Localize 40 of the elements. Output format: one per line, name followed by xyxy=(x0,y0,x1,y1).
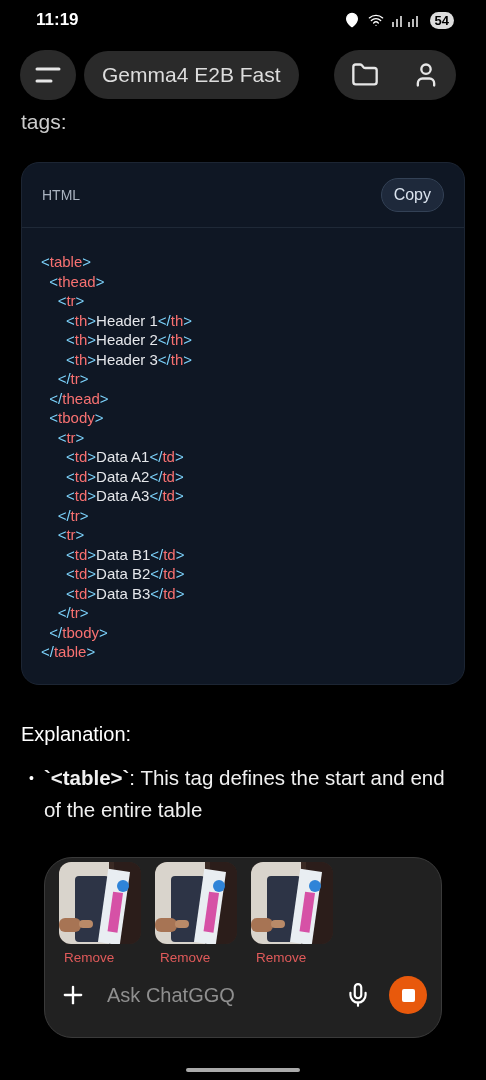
folder-icon[interactable] xyxy=(350,61,379,89)
code-line: </tbody> xyxy=(48,622,109,642)
code-line: <th>Header 2</th> xyxy=(65,330,193,350)
remove-link[interactable]: Remove xyxy=(59,950,115,965)
code-line: <td>Data A1</td> xyxy=(65,447,185,467)
code-line: <thead> xyxy=(48,271,106,291)
code-line: <tr> xyxy=(56,427,86,447)
code-line: </table> xyxy=(41,642,97,662)
bullet-text: `<table>`: This tag defines the start and end of the entire table xyxy=(43,764,446,823)
code-line: <tr> xyxy=(56,291,86,311)
copy-button[interactable]: Copy xyxy=(380,178,444,212)
location-icon xyxy=(343,12,360,28)
code-line: <td>Data B3</td> xyxy=(65,583,186,603)
menu-button[interactable] xyxy=(20,50,76,100)
code-line: <td>Data A2</td> xyxy=(65,466,185,486)
menu-icon xyxy=(35,66,61,84)
code-line: <td>Data B1</td> xyxy=(65,544,186,564)
remove-link[interactable]: Remove xyxy=(251,950,307,965)
code-line: </thead> xyxy=(48,388,110,408)
code-line: <td>Data A3</td> xyxy=(65,486,185,506)
section-heading: Explanation: xyxy=(21,722,133,746)
code-line: <tr> xyxy=(56,525,86,545)
code-line: </tr> xyxy=(56,369,90,389)
message-input[interactable]: Ask ChatGGQ xyxy=(105,982,327,1008)
bullet-dot: • xyxy=(29,768,34,788)
code-line: </tr> xyxy=(56,603,90,623)
status-time: 11:19 xyxy=(36,10,79,30)
code-line: <table> xyxy=(41,252,93,272)
code-line: <th>Header 3</th> xyxy=(65,349,193,369)
code-line: <td>Data B2</td> xyxy=(65,564,186,584)
code-line: <tbody> xyxy=(48,408,105,428)
message-text: tags: xyxy=(21,110,68,134)
battery-level: 54 xyxy=(429,11,454,29)
code-line: <th>Header 1</th> xyxy=(65,310,193,330)
code-language: HTML xyxy=(42,187,81,203)
code-line: </tr> xyxy=(56,505,90,525)
model-selector[interactable]: Gemma4 E2B Fast xyxy=(84,51,299,99)
wifi-icon xyxy=(367,12,384,28)
remove-link[interactable]: Remove xyxy=(155,950,211,965)
stop-button[interactable] xyxy=(389,976,427,1014)
